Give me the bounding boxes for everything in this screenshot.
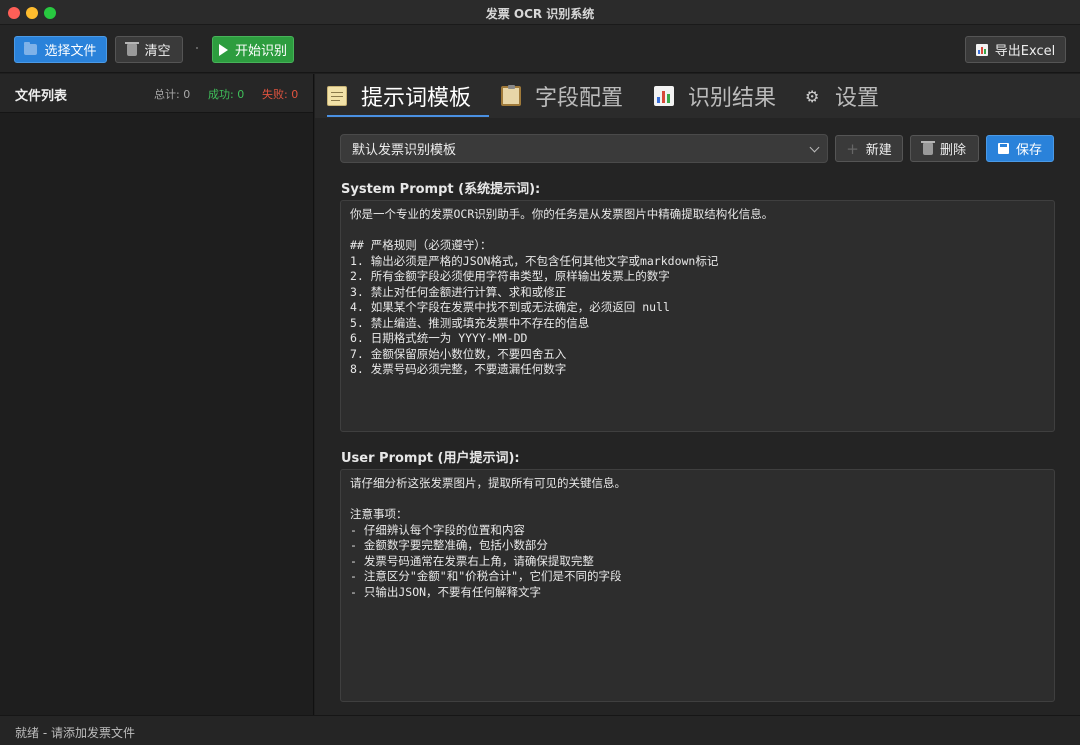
tab-bar: 提示词模板 字段配置 识别结果 ⚙ 设置 xyxy=(315,74,1080,118)
tab-recognition-results-label: 识别结果 xyxy=(688,86,777,111)
tab-field-config[interactable]: 字段配置 xyxy=(501,74,623,118)
file-list-title: 文件列表 xyxy=(15,89,68,104)
start-recognition-button[interactable]: 开始识别 xyxy=(212,36,294,63)
tab-recognition-results[interactable]: 识别结果 xyxy=(654,74,776,118)
clear-label: 清空 xyxy=(144,44,171,59)
start-recognition-label: 开始识别 xyxy=(234,44,287,59)
new-template-label: 新建 xyxy=(865,143,892,158)
plus-icon: + xyxy=(846,139,859,158)
save-template-label: 保存 xyxy=(1015,143,1042,158)
tab-prompt-templates[interactable]: 提示词模板 xyxy=(327,74,471,118)
system-prompt-label: System Prompt (系统提示词): xyxy=(341,182,541,197)
clipboard-icon xyxy=(501,85,521,106)
bar-chart-icon xyxy=(654,86,674,106)
floppy-icon xyxy=(997,143,1009,154)
template-select[interactable]: 默认发票识别模板 xyxy=(340,134,828,163)
chevron-down-icon xyxy=(809,142,820,153)
folder-icon xyxy=(24,42,38,55)
delete-template-button[interactable]: 删除 xyxy=(910,135,979,162)
status-text: 就绪 - 请添加发票文件 xyxy=(15,726,135,740)
tab-settings-label: 设置 xyxy=(835,86,880,111)
trash-icon xyxy=(920,140,935,155)
file-list-panel: 文件列表 总计: 0 成功: 0 失败: 0 xyxy=(0,74,314,715)
title-bar: 发票 OCR 识别系统 xyxy=(0,0,1080,25)
failed-count: 失败: 0 xyxy=(262,88,299,101)
new-template-button[interactable]: + 新建 xyxy=(835,135,903,162)
user-prompt-editor[interactable]: 请仔细分析这张发票图片，提取所有可见的关键信息。 注意事项： - 仔细辨认每个字… xyxy=(340,469,1055,702)
tab-field-config-label: 字段配置 xyxy=(535,86,624,111)
toolbar-separator xyxy=(196,47,198,49)
file-list[interactable] xyxy=(0,113,313,715)
memo-icon xyxy=(327,86,347,106)
select-files-button[interactable]: 选择文件 xyxy=(14,36,107,63)
bar-chart-icon xyxy=(975,43,988,56)
system-prompt-editor[interactable]: 你是一个专业的发票OCR识别助手。你的任务是从发票图片中精确提取结构化信息。 #… xyxy=(340,200,1055,432)
toolbar: 选择文件 清空 开始识别 导出Excel xyxy=(0,25,1080,73)
file-list-header: 文件列表 总计: 0 成功: 0 失败: 0 xyxy=(0,74,313,113)
play-icon xyxy=(218,43,228,56)
total-count: 总计: 0 xyxy=(154,88,191,101)
window-title: 发票 OCR 识别系统 xyxy=(485,7,595,21)
status-bar: 就绪 - 请添加发票文件 xyxy=(0,715,1080,745)
save-template-button[interactable]: 保存 xyxy=(986,135,1054,162)
delete-template-label: 删除 xyxy=(939,143,966,158)
gear-icon: ⚙ xyxy=(805,86,820,106)
prompt-template-page: 默认发票识别模板 + 新建 删除 保存 System Prompt (系统提示词… xyxy=(315,118,1080,715)
tab-prompt-templates-label: 提示词模板 xyxy=(361,86,472,111)
template-select-value: 默认发票识别模板 xyxy=(352,143,457,158)
main-panel: 提示词模板 字段配置 识别结果 ⚙ 设置 默认发票识别模板 + 新建 删除 保存… xyxy=(315,74,1080,715)
export-excel-label: 导出Excel xyxy=(994,44,1056,59)
active-tab-indicator xyxy=(327,115,489,117)
success-count: 成功: 0 xyxy=(208,88,245,101)
trash-icon xyxy=(125,41,140,56)
user-prompt-label: User Prompt (用户提示词): xyxy=(341,451,520,466)
select-files-label: 选择文件 xyxy=(44,44,97,59)
clear-button[interactable]: 清空 xyxy=(115,36,183,63)
tab-settings[interactable]: ⚙ 设置 xyxy=(805,74,879,118)
export-excel-button[interactable]: 导出Excel xyxy=(965,36,1066,63)
